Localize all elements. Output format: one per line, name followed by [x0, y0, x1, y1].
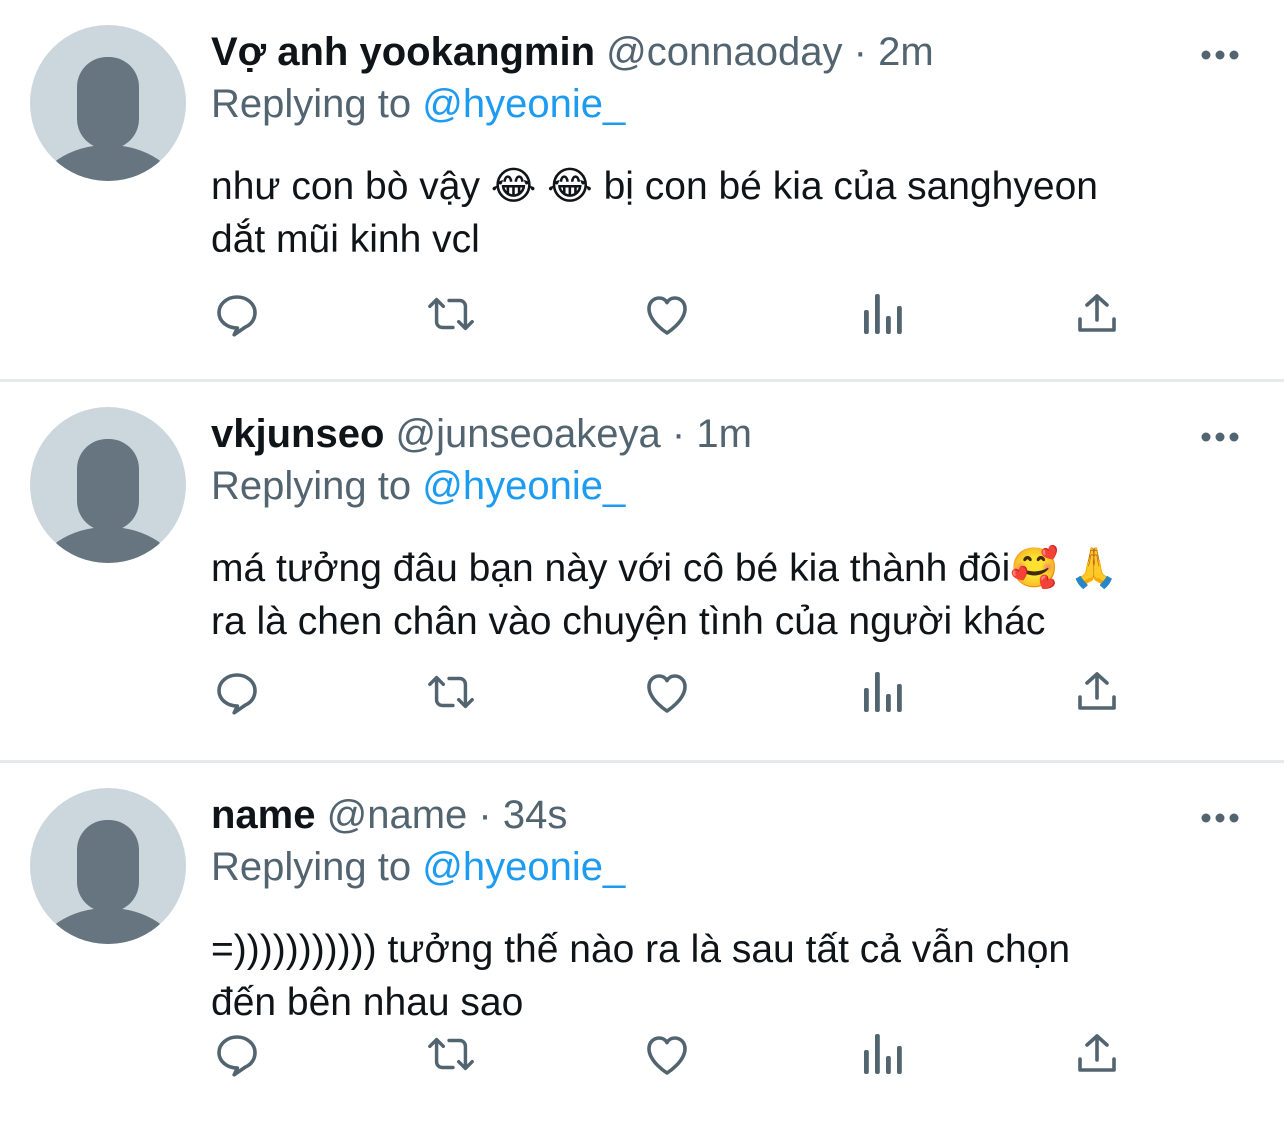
- retweet-icon[interactable]: [426, 290, 476, 338]
- tweet-header: vkjunseo @junseoakeya · 1m: [211, 408, 1244, 460]
- heart-icon[interactable]: [642, 668, 692, 716]
- retweet-icon[interactable]: [426, 1030, 476, 1078]
- timestamp[interactable]: 2m: [878, 30, 934, 74]
- reply-timeline: Vợ anh yookangmin @connaoday · 2m Replyi…: [0, 0, 1284, 1121]
- retweet-icon[interactable]: [426, 668, 476, 716]
- replying-to: Replying to @hyeonie_: [211, 841, 1244, 893]
- reply-icon[interactable]: [212, 668, 262, 716]
- default-avatar-icon[interactable]: [30, 25, 186, 181]
- tweet-header: name @name · 34s: [211, 789, 1244, 841]
- default-avatar-icon[interactable]: [30, 407, 186, 563]
- action-bar: [212, 290, 1132, 338]
- tweet-text-line: =))))))))))) tưởng thế nào ra là sau tất…: [211, 928, 1071, 971]
- share-icon[interactable]: [1072, 1030, 1122, 1078]
- separator-dot: ·: [671, 412, 686, 456]
- tweet-content: Vợ anh yookangmin @connaoday · 2m Replyi…: [211, 26, 1244, 266]
- reply-icon[interactable]: [212, 290, 262, 338]
- tweet-text-line: má tưởng đâu bạn này với cô bé kia thành…: [211, 547, 1119, 590]
- analytics-icon[interactable]: [857, 1030, 907, 1078]
- tweet-text-line: như con bò vậy 😂 😂 bị con bé kia của san…: [211, 165, 1098, 208]
- separator-dot: ·: [478, 793, 492, 837]
- user-handle[interactable]: @junseoakeya: [396, 412, 661, 456]
- reply-tweet[interactable]: vkjunseo @junseoakeya · 1m Replying to @…: [0, 379, 1284, 760]
- share-icon[interactable]: [1072, 290, 1122, 338]
- action-bar: [212, 668, 1132, 716]
- heart-icon[interactable]: [642, 290, 692, 338]
- heart-icon[interactable]: [642, 1030, 692, 1078]
- user-handle[interactable]: @name: [327, 793, 468, 837]
- action-bar: [212, 1030, 1132, 1078]
- tweet-text-line: đến bên nhau sao: [211, 981, 524, 1024]
- user-handle[interactable]: @connaoday: [606, 30, 842, 74]
- display-name[interactable]: vkjunseo: [211, 412, 384, 456]
- display-name[interactable]: Vợ anh yookangmin: [211, 30, 595, 74]
- default-avatar-icon[interactable]: [30, 788, 186, 944]
- timestamp[interactable]: 34s: [503, 793, 568, 837]
- tweet-text-line: dắt mũi kinh vcl: [211, 218, 480, 261]
- mention-link[interactable]: @hyeonie_: [422, 82, 625, 126]
- replying-to-label: Replying to: [211, 82, 412, 126]
- mention-link[interactable]: @hyeonie_: [422, 464, 625, 508]
- analytics-icon[interactable]: [857, 290, 907, 338]
- replying-to-label: Replying to: [211, 464, 412, 508]
- share-icon[interactable]: [1072, 668, 1122, 716]
- tweet-header: Vợ anh yookangmin @connaoday · 2m: [211, 26, 1244, 78]
- tweet-content: vkjunseo @junseoakeya · 1m Replying to @…: [211, 408, 1244, 648]
- replying-to: Replying to @hyeonie_: [211, 78, 1244, 130]
- reply-tweet[interactable]: name @name · 34s Replying to @hyeonie_ =…: [0, 760, 1284, 1121]
- separator-dot: ·: [853, 30, 867, 74]
- mention-link[interactable]: @hyeonie_: [422, 845, 625, 889]
- tweet-text-line: ra là chen chân vào chuyện tình của ngườ…: [211, 600, 1046, 643]
- analytics-icon[interactable]: [857, 668, 907, 716]
- tweet-content: name @name · 34s Replying to @hyeonie_ =…: [211, 789, 1244, 1029]
- tweet-text: như con bò vậy 😂 😂 bị con bé kia của san…: [211, 160, 1221, 266]
- tweet-text: =))))))))))) tưởng thế nào ra là sau tất…: [211, 923, 1221, 1029]
- reply-tweet[interactable]: Vợ anh yookangmin @connaoday · 2m Replyi…: [0, 0, 1284, 379]
- display-name[interactable]: name: [211, 793, 316, 837]
- timestamp[interactable]: 1m: [696, 412, 752, 456]
- tweet-text: má tưởng đâu bạn này với cô bé kia thành…: [211, 542, 1221, 648]
- reply-icon[interactable]: [212, 1030, 262, 1078]
- replying-to: Replying to @hyeonie_: [211, 460, 1244, 512]
- replying-to-label: Replying to: [211, 845, 412, 889]
